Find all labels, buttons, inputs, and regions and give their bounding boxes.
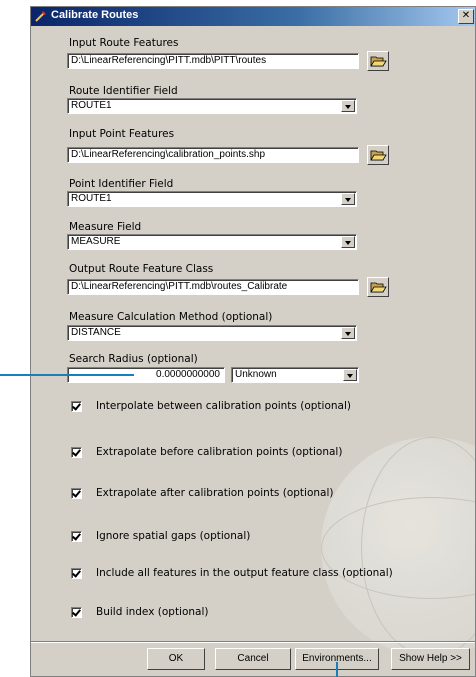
- route-identifier-field-label: Route Identifier Field: [69, 85, 178, 97]
- include-all-features-label: Include all features in the output featu…: [96, 567, 393, 579]
- measure-calc-method-label: Measure Calculation Method (optional): [69, 311, 273, 323]
- extrapolate-before-checkbox[interactable]: [71, 447, 82, 458]
- input-route-features-label: Input Route Features: [69, 37, 179, 49]
- input-point-features-field[interactable]: D:\LinearReferencing\calibration_points.…: [67, 147, 359, 163]
- measure-calc-method-value: DISTANCE: [71, 327, 121, 338]
- ok-button[interactable]: OK: [147, 648, 205, 670]
- measure-calc-method-dropdown[interactable]: DISTANCE: [67, 325, 357, 341]
- chevron-down-icon[interactable]: [341, 193, 355, 205]
- route-identifier-value: ROUTE1: [71, 100, 112, 111]
- show-help-button[interactable]: Show Help >>: [391, 648, 470, 670]
- environments-callout-line: [336, 662, 338, 677]
- chevron-down-icon[interactable]: [341, 236, 355, 248]
- folder-open-icon: [370, 56, 387, 67]
- chevron-down-icon[interactable]: [343, 369, 357, 381]
- measure-field-value: MEASURE: [71, 236, 121, 247]
- search-radius-unit-value: Unknown: [235, 369, 277, 380]
- extrapolate-after-label: Extrapolate after calibration points (op…: [96, 487, 334, 499]
- extrapolate-after-checkbox[interactable]: [71, 488, 82, 499]
- interpolate-label: Interpolate between calibration points (…: [96, 400, 351, 412]
- folder-open-icon: [370, 150, 387, 161]
- interpolate-checkbox[interactable]: [71, 401, 82, 412]
- cancel-button[interactable]: Cancel: [215, 648, 291, 670]
- extrapolate-before-label: Extrapolate before calibration points (o…: [96, 446, 343, 458]
- chevron-down-icon[interactable]: [341, 100, 355, 112]
- output-route-feature-class-label: Output Route Feature Class: [69, 263, 214, 275]
- search-radius-unit-dropdown[interactable]: Unknown: [231, 367, 359, 383]
- browse-output-button[interactable]: [367, 277, 389, 297]
- point-identifier-dropdown[interactable]: ROUTE1: [67, 191, 357, 207]
- output-route-feature-class-field[interactable]: D:\LinearReferencing\PITT.mdb\routes_Cal…: [67, 279, 359, 295]
- window-title: Calibrate Routes: [51, 9, 139, 21]
- include-all-features-checkbox[interactable]: [71, 568, 82, 579]
- search-radius-callout-line: [0, 374, 134, 376]
- point-identifier-value: ROUTE1: [71, 193, 112, 204]
- folder-open-icon: [370, 282, 387, 293]
- globe-watermark: [321, 437, 475, 657]
- title-bar: Calibrate Routes ✕: [31, 7, 475, 26]
- measure-field-label: Measure Field: [69, 221, 142, 233]
- tool-icon: [35, 11, 46, 22]
- point-identifier-field-label: Point Identifier Field: [69, 178, 174, 190]
- search-radius-label: Search Radius (optional): [69, 353, 198, 365]
- measure-field-dropdown[interactable]: MEASURE: [67, 234, 357, 250]
- chevron-down-icon[interactable]: [341, 327, 355, 339]
- input-route-features-field[interactable]: D:\LinearReferencing\PITT.mdb\PITT\route…: [67, 53, 359, 69]
- close-button[interactable]: ✕: [458, 9, 474, 24]
- calibrate-routes-dialog: Calibrate Routes ✕ Input Route Features …: [30, 6, 476, 677]
- build-index-checkbox[interactable]: [71, 607, 82, 618]
- browse-input-routes-button[interactable]: [367, 51, 389, 71]
- ignore-spatial-gaps-checkbox[interactable]: [71, 531, 82, 542]
- button-bar-separator: [31, 641, 475, 643]
- build-index-label: Build index (optional): [96, 606, 209, 618]
- route-identifier-dropdown[interactable]: ROUTE1: [67, 98, 357, 114]
- browse-input-points-button[interactable]: [367, 145, 389, 165]
- input-point-features-label: Input Point Features: [69, 128, 175, 140]
- ignore-spatial-gaps-label: Ignore spatial gaps (optional): [96, 530, 251, 542]
